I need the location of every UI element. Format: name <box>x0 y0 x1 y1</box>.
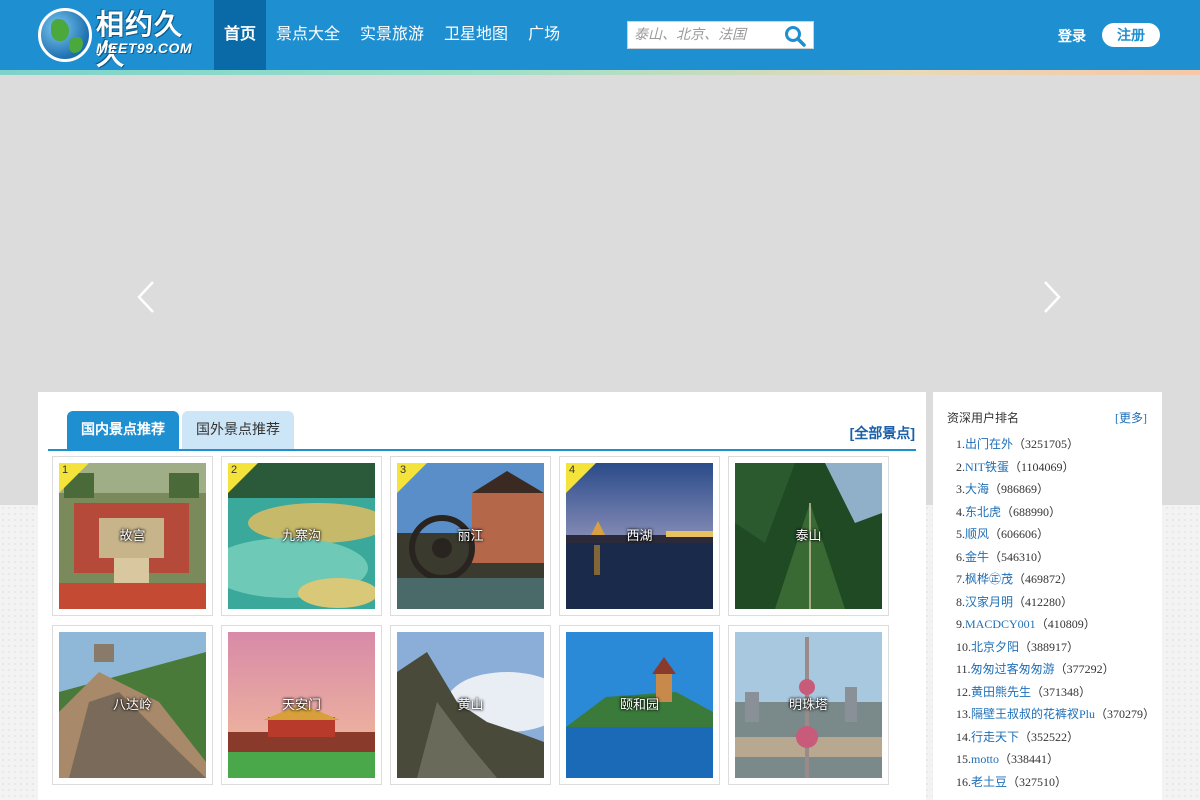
ranking-title: 资深用户排名 <box>947 411 1020 425</box>
ranking-user-link[interactable]: 金牛 <box>965 550 989 564</box>
search-icon[interactable] <box>783 24 807 48</box>
ranking-item: 5.顺风（606606） <box>956 527 1050 541</box>
ranking-item: 15.motto（338441） <box>956 752 1060 766</box>
ranking-user-link[interactable]: 枫桦㊣茂 <box>965 572 1013 586</box>
ranking-item: 4.东北虎（688990） <box>956 504 1062 519</box>
ranking-item: 10.北京夕阳（388917） <box>956 639 1080 654</box>
spot-card-badaling[interactable]: 八达岭 <box>52 625 213 785</box>
ranking-user-link[interactable]: 出门在外 <box>965 437 1013 451</box>
spot-card-jiuzhaigou[interactable]: 2 九寨沟 <box>221 456 382 616</box>
rank-number: 3 <box>400 464 407 476</box>
spot-image: 颐和园 <box>566 632 713 778</box>
spot-card-xihu[interactable]: 4 西湖 <box>559 456 720 616</box>
nav-item-home[interactable]: 首页 <box>214 0 267 70</box>
ranking-user-link[interactable]: 顺风 <box>965 527 989 541</box>
nav-item-spots[interactable]: 景点大全 <box>266 0 350 70</box>
chevron-left-icon[interactable] <box>136 280 156 314</box>
user-ranking-panel: 资深用户排名 [更多] 1.出门在外（3251705） 2.NIT铁蛋（1104… <box>933 392 1162 800</box>
nav-item-tours[interactable]: 实景旅游 <box>350 0 434 70</box>
ranking-list: 1.出门在外（3251705） 2.NIT铁蛋（1104069） 3.大海（98… <box>956 433 1155 793</box>
ranking-user-link[interactable]: 老土豆 <box>971 775 1007 789</box>
chevron-right-icon[interactable] <box>1042 280 1062 314</box>
ranking-user-link[interactable]: NIT铁蛋 <box>965 460 1009 474</box>
search-input[interactable] <box>634 25 774 47</box>
spot-image: 2 九寨沟 <box>228 463 375 609</box>
rank-number: 2 <box>231 464 238 476</box>
spot-image: 明珠塔 <box>735 632 882 778</box>
search-box <box>627 21 814 49</box>
spot-image: 泰山 <box>735 463 882 609</box>
ranking-item: 3.大海（986869） <box>956 482 1050 496</box>
ranking-user-link[interactable]: 匆匆过客匆匆游 <box>971 662 1055 676</box>
spot-name: 泰山 <box>795 528 822 543</box>
spot-image: 4 西湖 <box>566 463 713 609</box>
nav-item-satellite-map[interactable]: 卫星地图 <box>434 0 518 70</box>
login-link[interactable]: 登录 <box>1058 26 1086 46</box>
ranking-item: 12.黄田熊先生（371348） <box>956 684 1092 699</box>
top-header: 相约久久 MEET99.COM 首页 景点大全 实景旅游 卫星地图 广场 登录 … <box>0 0 1200 70</box>
spot-name: 颐和园 <box>619 697 659 712</box>
spot-card-mingzhuta[interactable]: 明珠塔 <box>728 625 889 785</box>
ranking-more-link[interactable]: [更多] <box>1115 409 1147 426</box>
ranking-user-link[interactable]: 汉家月明 <box>965 595 1013 609</box>
spot-card-yiheyuan[interactable]: 颐和园 <box>559 625 720 785</box>
site-logo[interactable]: 相约久久 MEET99.COM <box>38 8 198 70</box>
spot-name: 故宫 <box>119 528 146 543</box>
spot-image: 1 故宫 <box>59 463 206 609</box>
ranking-user-link[interactable]: 东北虎 <box>965 505 1001 519</box>
ranking-user-link[interactable]: 黄田熊先生 <box>971 685 1031 699</box>
main-nav: 首页 景点大全 实景旅游 卫星地图 广场 <box>214 0 570 70</box>
tab-domestic[interactable]: 国内景点推荐 <box>67 411 179 449</box>
spot-card-lijiang[interactable]: 3 丽江 <box>390 456 551 616</box>
ranking-item: 2.NIT铁蛋（1104069） <box>956 459 1075 474</box>
spot-card-huangshan[interactable]: 黄山 <box>390 625 551 785</box>
spot-card-gugong[interactable]: 1 故宫 <box>52 456 213 616</box>
ranking-item: 9.MACDCY001（410809） <box>956 617 1096 631</box>
all-spots-link[interactable]: [全部景点] <box>850 423 915 443</box>
register-button[interactable]: 注册 <box>1102 23 1160 47</box>
spot-image: 黄山 <box>397 632 544 778</box>
recommend-panel: 国内景点推荐 国外景点推荐 [全部景点] 1 故宫 2 九寨沟 3 丽江 4 西… <box>38 392 926 800</box>
ranking-user-link[interactable]: motto <box>971 752 999 766</box>
spot-name: 九寨沟 <box>281 528 321 543</box>
spot-card-tiananmen[interactable]: 天安门 <box>221 625 382 785</box>
logo-subtext: MEET99.COM <box>96 40 193 56</box>
ranking-item: 7.枫桦㊣茂（469872） <box>956 572 1074 586</box>
ranking-user-link[interactable]: 行走天下 <box>971 730 1019 744</box>
globe-icon <box>38 8 92 62</box>
ranking-item: 16.老土豆（327510） <box>956 774 1068 789</box>
spot-name: 黄山 <box>457 697 484 712</box>
ranking-user-link[interactable]: 大海 <box>965 482 989 496</box>
spot-image: 天安门 <box>228 632 375 778</box>
ranking-item: 14.行走天下（352522） <box>956 729 1080 744</box>
spot-name: 天安门 <box>281 697 321 712</box>
spot-card-taishan[interactable]: 泰山 <box>728 456 889 616</box>
nav-item-plaza[interactable]: 广场 <box>518 0 570 70</box>
ranking-user-link[interactable]: 北京夕阳 <box>971 640 1019 654</box>
spot-image: 3 丽江 <box>397 463 544 609</box>
ranking-item: 13.隔壁王叔叔的花裤衩Plu（370279） <box>956 707 1156 721</box>
spot-name: 丽江 <box>457 528 484 543</box>
tabs-divider <box>48 449 916 451</box>
ranking-item: 1.出门在外（3251705） <box>956 437 1080 451</box>
ranking-user-link[interactable]: MACDCY001 <box>965 617 1036 631</box>
recommend-tabs: 国内景点推荐 国外景点推荐 <box>67 411 297 449</box>
rank-number: 1 <box>62 464 69 476</box>
ranking-item: 6.金牛（546310） <box>956 549 1050 564</box>
tab-foreign[interactable]: 国外景点推荐 <box>182 411 294 449</box>
rank-number: 4 <box>569 464 576 476</box>
ranking-item: 11.匆匆过客匆匆游（377292） <box>956 662 1115 676</box>
spot-name: 明珠塔 <box>788 697 828 712</box>
spot-name: 八达岭 <box>112 697 152 712</box>
ranking-user-link[interactable]: 隔壁王叔叔的花裤衩Plu <box>971 707 1095 721</box>
spot-name: 西湖 <box>626 528 653 543</box>
spot-image: 八达岭 <box>59 632 206 778</box>
ranking-item: 8.汉家月明（412280） <box>956 594 1074 609</box>
